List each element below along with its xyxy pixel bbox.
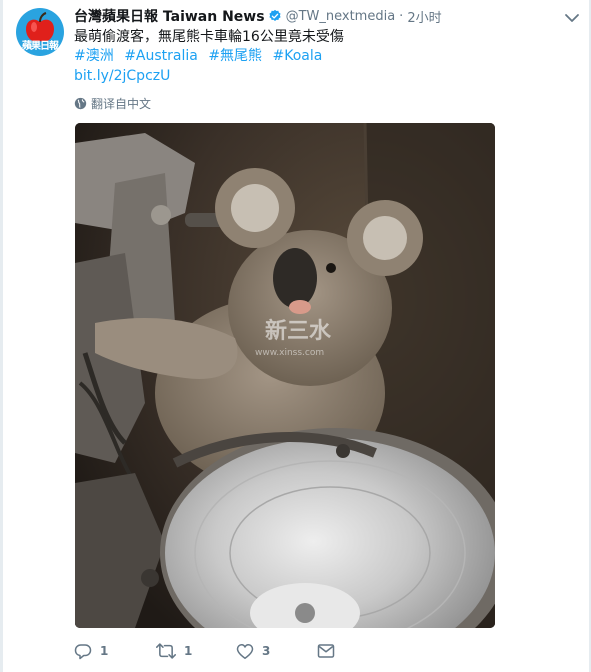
retweet-button[interactable]: 1 — [156, 642, 192, 660]
tweet-header: 台灣蘋果日報 Taiwan News @TW_nextmedia · 2小时 — [74, 6, 442, 26]
reply-button[interactable]: 1 — [74, 642, 108, 660]
photo-watermark-url: www.xinss.com — [255, 348, 324, 358]
separator-dot: · — [399, 8, 404, 24]
like-icon — [236, 643, 254, 659]
author-handle[interactable]: @TW_nextmedia — [286, 9, 396, 24]
translate-label: 翻译自中文 — [91, 97, 152, 111]
hashtag-link[interactable]: #Koala — [273, 48, 323, 64]
hashtag-link[interactable]: #無尾熊 — [208, 48, 262, 64]
author-name[interactable]: 台灣蘋果日報 Taiwan News — [74, 6, 265, 26]
retweet-icon — [156, 643, 176, 659]
reply-count: 1 — [100, 644, 109, 658]
tweet-timestamp[interactable]: 2小时 — [407, 7, 441, 26]
hashtag-link[interactable]: #澳洲 — [74, 48, 114, 64]
hashtag-link[interactable]: #Australia — [124, 48, 198, 64]
hashtag-list: #澳洲 #Australia #無尾熊 #Koala — [74, 46, 328, 66]
retweet-count: 1 — [184, 644, 193, 658]
photo-watermark: 新三水 — [265, 318, 332, 344]
tweet-photo[interactable]: 新三水 www.xinss.com — [75, 123, 495, 628]
timeline-left-border — [0, 0, 3, 672]
direct-message-icon — [317, 644, 335, 658]
caret-down-icon[interactable] — [564, 9, 580, 28]
translate-tweet-button[interactable]: 翻译自中文 — [74, 95, 151, 112]
direct-message-button[interactable] — [317, 643, 335, 659]
globe-icon — [74, 97, 87, 110]
tweet-text: 最萌偷渡客，無尾熊卡車輪16公里竟未受傷 — [74, 29, 344, 45]
verified-badge-icon — [268, 9, 282, 23]
like-button[interactable]: 3 — [236, 643, 270, 660]
avatar[interactable]: 蘋果日報 — [16, 8, 64, 56]
reply-icon — [74, 644, 92, 660]
like-count: 3 — [262, 644, 271, 658]
koala-brake-photo: 新三水 www.xinss.com — [75, 123, 495, 628]
avatar-logo-text: 蘋果日報 — [22, 41, 59, 52]
short-link[interactable]: bit.ly/2jCpczU — [74, 66, 170, 86]
